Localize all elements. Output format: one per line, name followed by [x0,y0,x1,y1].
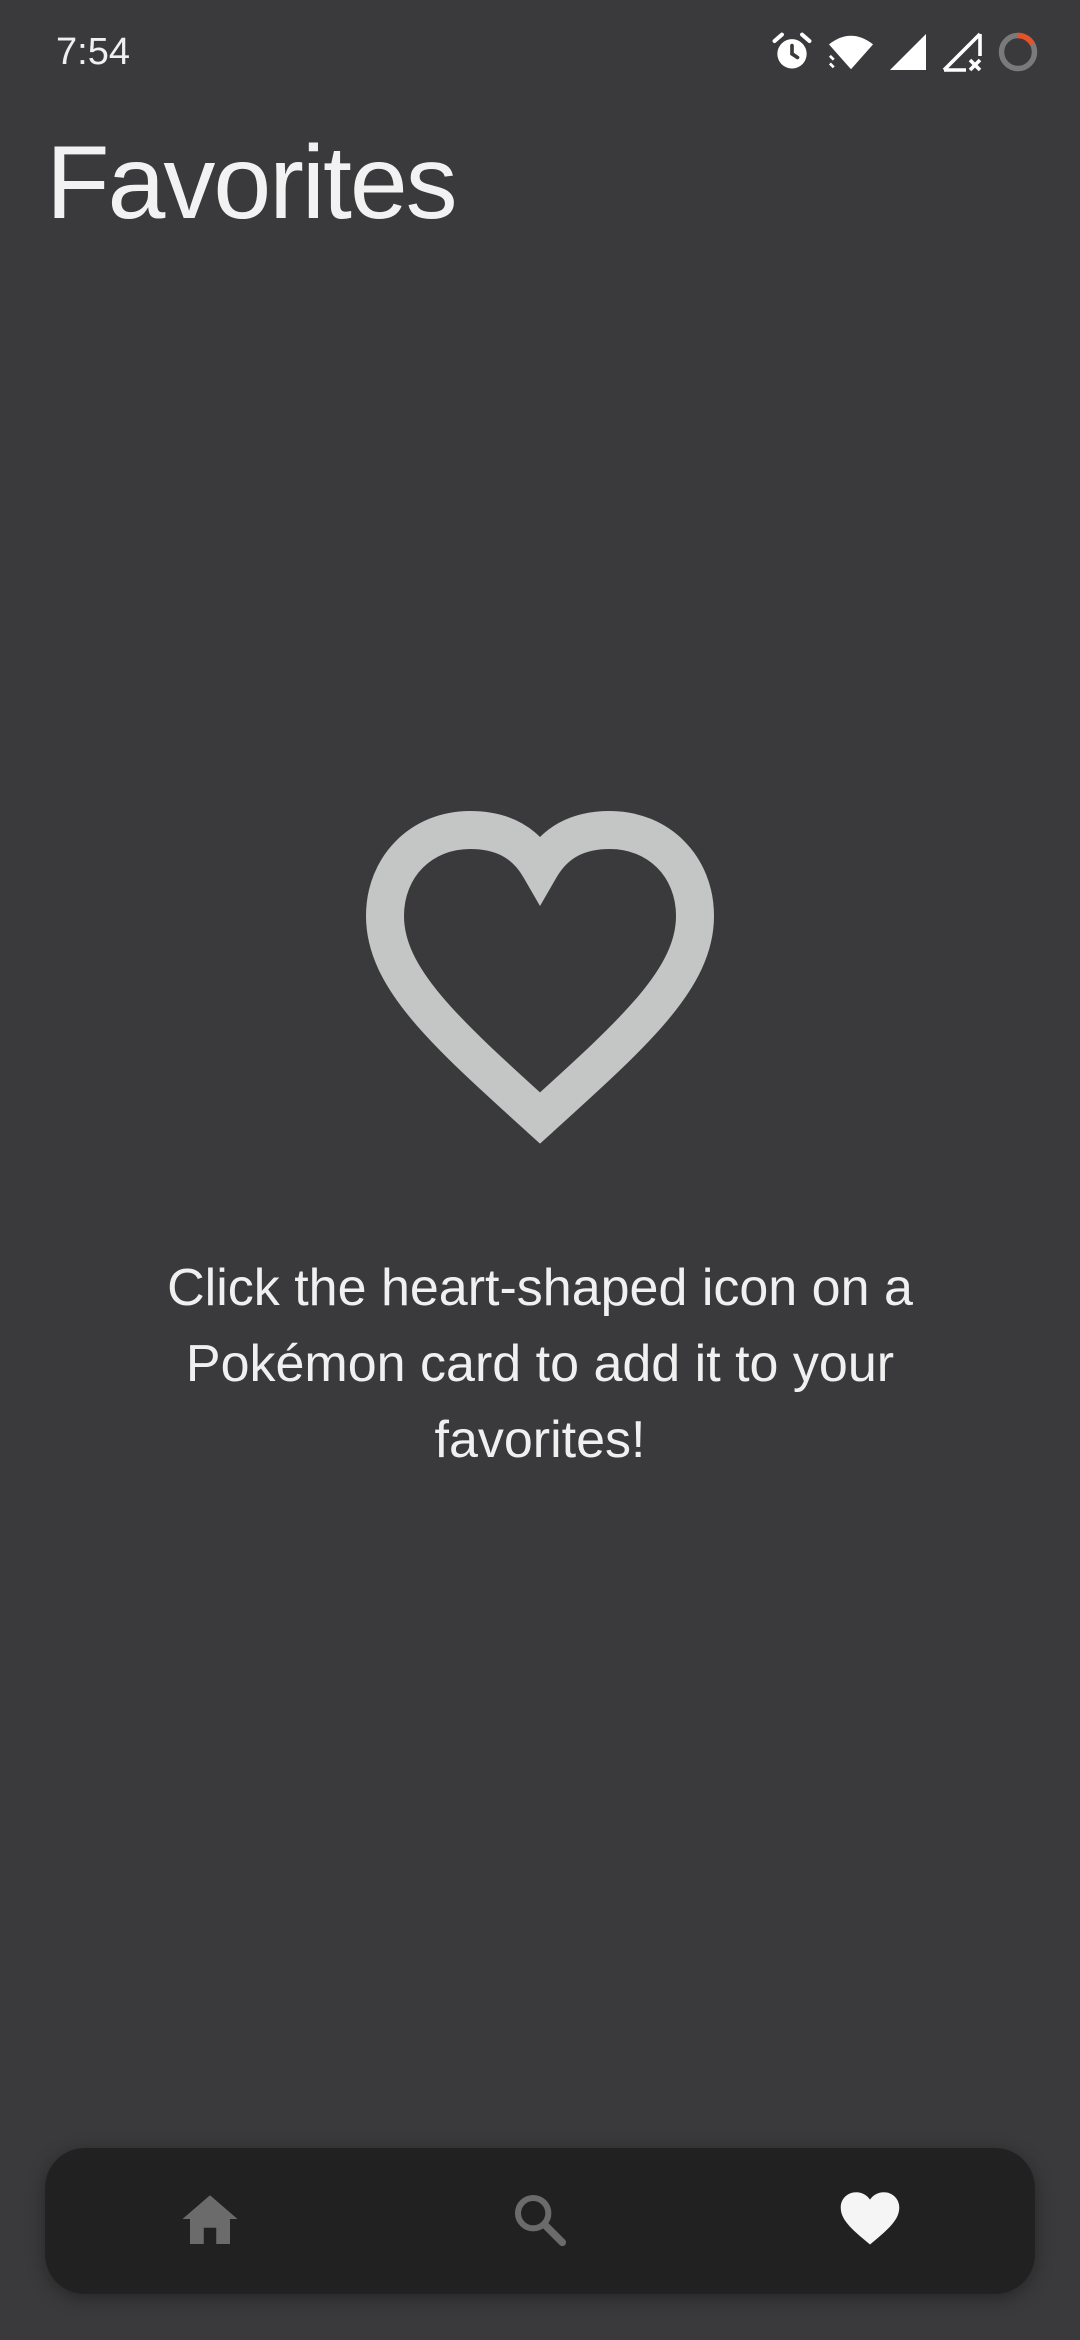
bottom-navigation [45,2148,1035,2294]
nav-search-button[interactable] [459,2148,619,2294]
heart-outline-icon [340,800,740,1180]
home-icon [180,2191,240,2252]
status-time: 7:54 [56,31,130,73]
status-bar: 7:54 [0,0,1080,104]
page-title: Favorites [46,125,458,241]
no-signal-icon [942,32,982,72]
search-icon [511,2191,567,2252]
empty-state-message: Click the heart-shaped icon on a Pokémon… [167,1259,913,1469]
nav-favorites-button[interactable] [790,2148,950,2294]
wifi-icon [828,32,874,72]
heart-icon [839,2191,901,2252]
status-icons [770,26,1040,78]
alarm-icon [770,30,814,74]
loading-ring-icon [996,30,1040,74]
nav-home-button[interactable] [130,2148,290,2294]
signal-icon [888,32,928,72]
